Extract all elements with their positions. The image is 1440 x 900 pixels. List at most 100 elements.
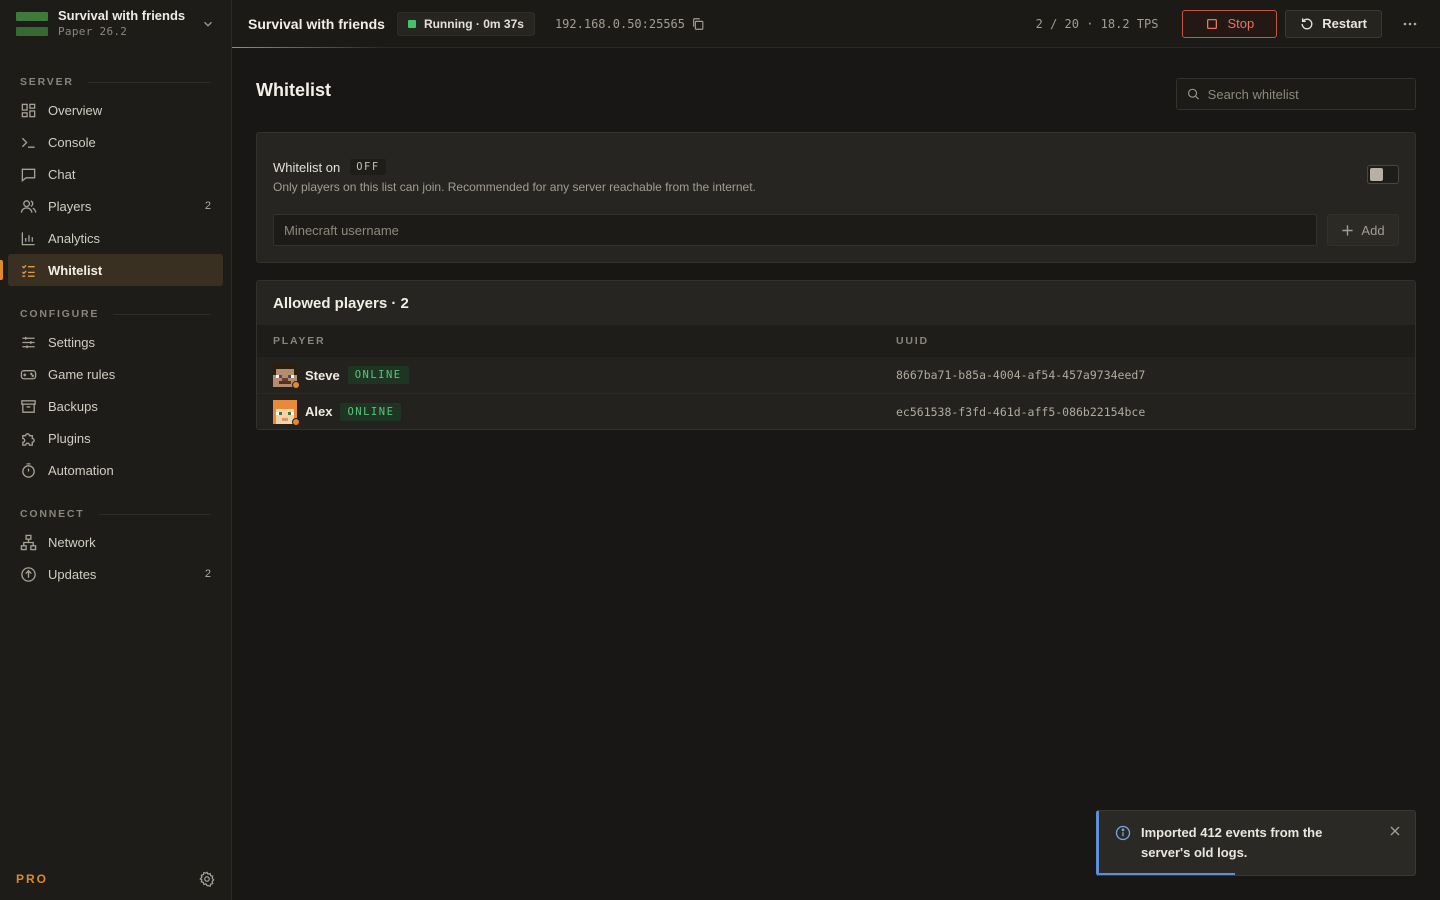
chevron-down-icon <box>204 21 212 27</box>
section-label-server: SERVER <box>0 76 231 88</box>
table-row[interactable]: Alex ONLINE ec561538-f3fd-461d-aff5-086b… <box>257 393 1415 429</box>
sidebar-item-whitelist[interactable]: Whitelist <box>0 254 223 286</box>
sidebar-item-plugins[interactable]: Plugins <box>8 422 223 454</box>
chat-icon <box>21 168 36 182</box>
plus-icon <box>1342 224 1354 236</box>
username-input[interactable] <box>273 214 1317 246</box>
search-input[interactable] <box>1207 86 1405 102</box>
server-name: Survival with friends <box>58 8 186 23</box>
info-icon <box>1115 825 1131 841</box>
sidebar-item-label: Automation <box>48 462 114 478</box>
restart-button-label: Restart <box>1322 16 1367 31</box>
table-header: PLAYER UUID <box>257 325 1415 357</box>
top-bar: Survival with friends Running · 0m 37s 1… <box>232 0 1440 48</box>
whitelist-description: Only players on this list can join. Reco… <box>273 180 756 194</box>
more-options-icon[interactable] <box>1396 10 1424 38</box>
sidebar-item-label: Console <box>48 134 96 150</box>
whitelist-toggle-label: Whitelist on <box>273 159 341 175</box>
sidebar-item-label: Chat <box>48 166 76 182</box>
list-check-icon <box>21 264 35 277</box>
terminal-icon <box>21 137 35 148</box>
updates-count-badge: 2 <box>204 568 211 580</box>
network-icon <box>20 534 37 550</box>
nav-server: Overview Console Chat Players 2 Analytic… <box>0 94 231 286</box>
arrow-up-circle-icon <box>21 566 36 582</box>
sidebar-item-analytics[interactable]: Analytics <box>8 222 223 254</box>
table-row[interactable]: Steve ONLINE 8667ba71-b85a-4004-af54-457… <box>257 357 1415 393</box>
toast-progress-bar <box>1099 873 1235 875</box>
whitelist-settings-card: Whitelist on OFF Only players on this li… <box>256 132 1416 263</box>
avatar <box>273 363 300 389</box>
sidebar-item-label: Whitelist <box>48 262 103 278</box>
sidebar-item-automation[interactable]: Automation <box>8 454 223 486</box>
users-icon <box>20 199 37 213</box>
sidebar-item-label: Settings <box>48 334 95 350</box>
player-tps-stats: 2 / 20 · 18.2 TPS <box>1035 16 1159 31</box>
sidebar-item-players[interactable]: Players 2 <box>8 190 223 222</box>
gamepad-icon <box>20 369 37 379</box>
status-text: Running · 0m 37s <box>423 16 524 31</box>
section-label-connect: CONNECT <box>0 508 231 520</box>
toast-message: Imported 412 events from the server's ol… <box>1141 825 1323 860</box>
player-name: Steve <box>305 367 340 383</box>
avatar <box>273 399 300 426</box>
allowed-players-card: Allowed players · 2 PLAYER UUID Steve ON… <box>256 280 1416 430</box>
server-switcher[interactable]: Survival with friends Paper 26.2 <box>0 0 231 48</box>
toast-notification: Imported 412 events from the server's ol… <box>1096 810 1416 876</box>
server-logo <box>16 12 48 36</box>
status-badge: ONLINE <box>347 366 409 384</box>
player-uuid: 8667ba71-b85a-4004-af54-457a9734eed7 <box>896 368 1146 382</box>
sidebar: Survival with friends Paper 26.2 SERVER … <box>0 0 232 900</box>
bar-chart-icon <box>21 231 35 245</box>
sidebar-item-chat[interactable]: Chat <box>8 158 223 190</box>
plan-badge[interactable]: PRO <box>16 872 48 886</box>
sidebar-item-label: Analytics <box>48 230 101 246</box>
sidebar-item-updates[interactable]: Updates 2 <box>8 558 223 590</box>
sidebar-item-settings[interactable]: Settings <box>8 326 223 358</box>
sidebar-item-console[interactable]: Console <box>8 126 223 158</box>
archive-icon <box>21 399 36 413</box>
stop-button[interactable]: Stop <box>1182 9 1278 38</box>
sidebar-footer: PRO <box>0 858 231 900</box>
sidebar-item-label: Overview <box>48 102 103 118</box>
column-header-player: PLAYER <box>273 335 326 347</box>
server-address: 192.168.0.50:25565 <box>555 17 705 31</box>
restart-button[interactable]: Restart <box>1285 9 1382 38</box>
sidebar-item-label: Players <box>48 198 92 214</box>
grid-icon <box>21 103 36 117</box>
sidebar-item-overview[interactable]: Overview <box>8 94 223 126</box>
nav-connect: Network Updates 2 <box>0 526 231 590</box>
sidebar-item-label: Game rules <box>48 366 116 382</box>
status-dot <box>407 19 416 28</box>
sidebar-item-label: Plugins <box>48 430 91 446</box>
search-icon <box>1188 88 1199 100</box>
nav-configure: Settings Game rules Backups Plugins Auto… <box>0 326 231 486</box>
sliders-icon <box>22 336 35 348</box>
column-header-uuid: UUID <box>896 335 929 347</box>
sidebar-item-network[interactable]: Network <box>8 526 223 558</box>
player-name: Alex <box>305 404 333 419</box>
page-title: Whitelist <box>256 79 331 100</box>
whitelist-toggle[interactable] <box>1367 165 1399 184</box>
players-count-badge: 2 <box>204 200 211 212</box>
sidebar-item-label: Backups <box>48 398 98 414</box>
stop-button-label: Stop <box>1227 16 1255 31</box>
server-address-text: 192.168.0.50:25565 <box>554 16 685 31</box>
timer-icon <box>22 462 35 478</box>
restart-icon <box>1301 17 1313 29</box>
server-version: Paper 26.2 <box>58 25 128 38</box>
status-badge: Running · 0m 37s <box>396 11 535 36</box>
add-button-label: Add <box>1361 222 1385 238</box>
copy-icon[interactable] <box>691 17 705 31</box>
sidebar-item-backups[interactable]: Backups <box>8 390 223 422</box>
status-badge: ONLINE <box>340 402 402 421</box>
close-icon[interactable] <box>1389 825 1401 837</box>
sidebar-item-label: Network <box>48 534 96 550</box>
sidebar-item-game-rules[interactable]: Game rules <box>8 358 223 390</box>
allowed-players-title: Allowed players · 2 <box>273 294 409 312</box>
gear-icon[interactable] <box>199 871 215 887</box>
search-box <box>1176 78 1416 110</box>
stop-icon <box>1207 18 1218 29</box>
main-content: Whitelist Whitelist on OFF Only players … <box>256 48 1416 430</box>
add-player-button[interactable]: Add <box>1327 214 1399 246</box>
